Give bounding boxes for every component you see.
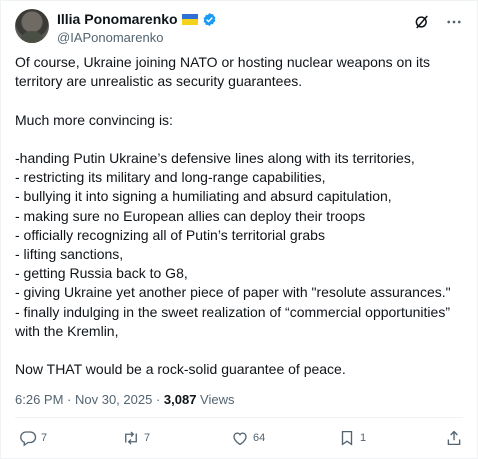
- tweet-list-item: - getting Russia back to G8,: [15, 265, 188, 282]
- reply-count: 7: [41, 432, 48, 444]
- meta-separator: ·: [63, 392, 75, 407]
- tweet-list-item: - finally indulging in the sweet realiza…: [15, 303, 450, 339]
- bookmark-button[interactable]: 1: [338, 429, 366, 447]
- tweet-list-item: -handing Putin Ukraine’s defensive lines…: [15, 150, 415, 167]
- ukraine-flag-icon: [181, 13, 198, 25]
- author-names: Illia Ponomarenko @IAPonomarenko: [57, 11, 217, 45]
- display-name-row: Illia Ponomarenko: [57, 11, 217, 27]
- handle[interactable]: @IAPonomarenko: [57, 30, 217, 45]
- like-count: 64: [253, 432, 266, 444]
- like-button[interactable]: 64: [231, 429, 265, 447]
- avatar[interactable]: [15, 9, 49, 43]
- tweet-card: Illia Ponomarenko @IAPonomarenko Of cour…: [0, 0, 478, 459]
- tweet-meta: 6:26 PM · Nov 30, 2025 · 3,087 Views: [15, 392, 235, 407]
- share-icon: [447, 430, 461, 446]
- tweet-list-item: - making sure no European allies can dep…: [15, 207, 366, 224]
- divider: [15, 417, 463, 418]
- tweet-list-item: - giving Ukraine yet another piece of pa…: [15, 284, 451, 301]
- tweet-list-item: - lifting sanctions,: [15, 246, 124, 263]
- repost-button[interactable]: 7: [122, 429, 150, 447]
- share-button[interactable]: [445, 429, 463, 447]
- tweet-paragraph-2: Much more convincing is:: [15, 111, 173, 128]
- bookmark-count: 1: [360, 432, 367, 444]
- tweet-header: Illia Ponomarenko @IAPonomarenko: [15, 9, 463, 45]
- repost-icon: [125, 431, 137, 445]
- timestamp-time[interactable]: 6:26 PM: [15, 392, 63, 407]
- display-name[interactable]: Illia Ponomarenko: [57, 11, 178, 27]
- bookmark-icon: [341, 430, 353, 446]
- tweet-text: Of course, Ukraine joining NATO or hosti…: [15, 53, 471, 379]
- views-count[interactable]: 3,087: [164, 392, 197, 407]
- tweet-list-item: - restricting its military and long-rang…: [15, 169, 326, 186]
- reply-icon: [20, 431, 37, 447]
- meta-separator: ·: [152, 392, 164, 407]
- timestamp-date[interactable]: Nov 30, 2025: [75, 392, 152, 407]
- more-options-icon[interactable]: [445, 13, 463, 31]
- repost-count: 7: [144, 432, 151, 444]
- grok-icon[interactable]: [413, 13, 431, 31]
- tweet-list-item: - bullying it into signing a humiliating…: [15, 188, 392, 205]
- like-icon: [233, 432, 247, 446]
- tweet-paragraph-1: Of course, Ukraine joining NATO or hosti…: [15, 54, 431, 90]
- top-actions: [413, 13, 463, 31]
- tweet-list-item: - officially recognizing all of Putin’s …: [15, 226, 325, 243]
- views-label: Views: [196, 392, 235, 407]
- action-bar: 7 7 64 1: [15, 429, 463, 453]
- verified-badge-icon[interactable]: [202, 12, 217, 27]
- reply-button[interactable]: 7: [19, 429, 47, 447]
- tweet-paragraph-3: Now THAT would be a rock-solid guarantee…: [15, 361, 346, 378]
